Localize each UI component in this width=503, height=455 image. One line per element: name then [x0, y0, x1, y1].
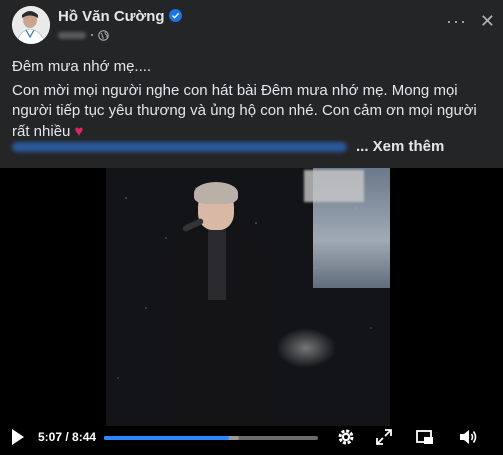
close-icon[interactable]: ✕: [480, 12, 495, 30]
caption-body: Con mời mọi người nghe con hát bài Đêm m…: [12, 81, 492, 143]
heart-icon: ♥: [74, 122, 84, 140]
author-name[interactable]: Hồ Văn Cường: [58, 8, 165, 25]
caption-title: Đêm mưa nhớ mẹ....: [12, 58, 152, 75]
more-options-icon[interactable]: ···: [446, 12, 467, 30]
time-display: 5:07 / 8:44: [38, 430, 97, 444]
post-timestamp-blurred[interactable]: [58, 31, 86, 39]
play-icon[interactable]: [12, 429, 24, 445]
progress-bar[interactable]: [104, 436, 318, 440]
video-frame: [106, 168, 390, 426]
blurred-hashtags[interactable]: [12, 142, 347, 152]
singer-hair: [194, 182, 238, 204]
progress-fill: [104, 436, 230, 440]
author-name-row: Hồ Văn Cường: [58, 8, 182, 25]
expand-icon[interactable]: [374, 427, 394, 447]
settings-gear-icon[interactable]: [336, 427, 356, 447]
post-meta: [58, 28, 109, 42]
stage-light: [276, 328, 336, 368]
video-player[interactable]: 5:07 / 8:44: [0, 168, 503, 455]
video-controls: 5:07 / 8:44: [0, 421, 503, 455]
meta-separator: [91, 34, 93, 36]
singer-shirt: [208, 230, 226, 300]
picture-in-picture-icon[interactable]: [415, 427, 435, 447]
see-more-link[interactable]: ... Xem thêm: [356, 138, 444, 155]
caption-link-row: ... Xem thêm: [12, 138, 492, 156]
globe-icon: [98, 29, 109, 41]
author-avatar[interactable]: [12, 6, 50, 44]
volume-icon[interactable]: [458, 427, 478, 447]
verified-badge-icon: [168, 9, 182, 22]
avatar-image: [12, 6, 50, 44]
post-caption: Đêm mưa nhớ mẹ.... Con mời mọi người ngh…: [12, 57, 492, 142]
pixelated-watermark: [304, 170, 364, 202]
facebook-post: Hồ Văn Cường ··· ✕ Đêm mưa nhớ mẹ.... Co…: [0, 0, 503, 455]
